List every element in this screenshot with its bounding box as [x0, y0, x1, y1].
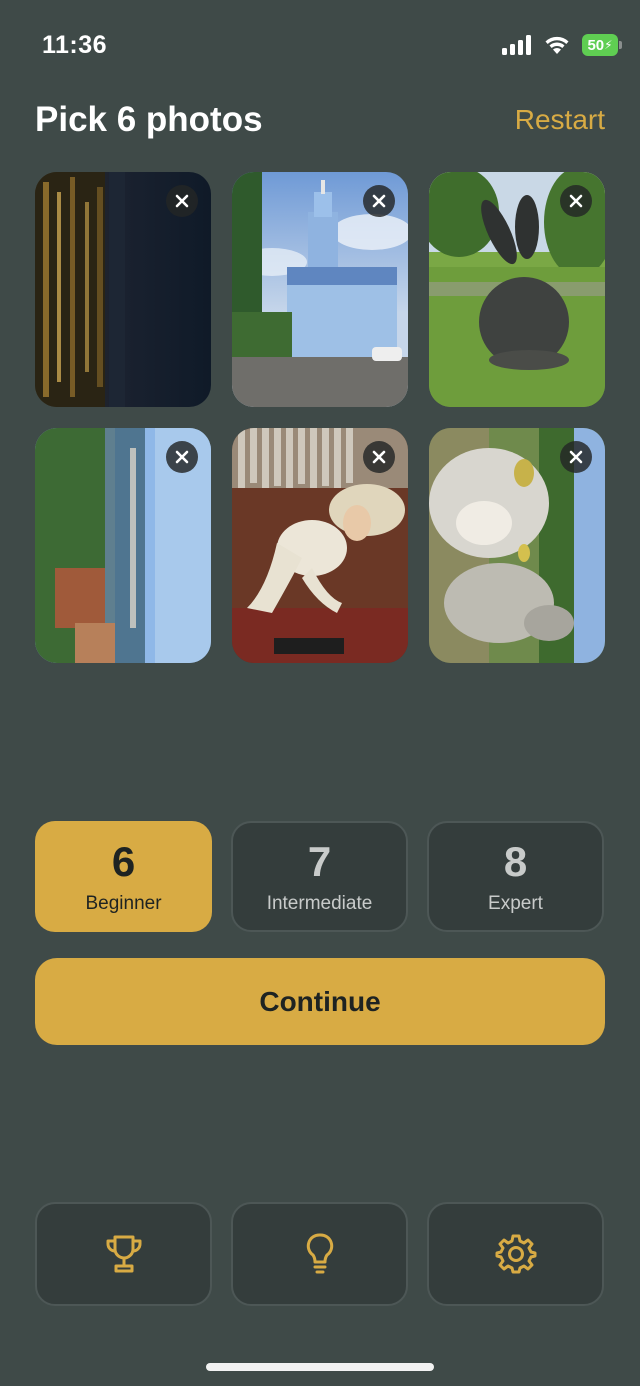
photo-tile-2[interactable]: [232, 172, 408, 407]
photo-tile-5[interactable]: [232, 428, 408, 663]
remove-photo-button[interactable]: [363, 185, 395, 217]
status-time: 11:36: [42, 31, 108, 59]
restart-button[interactable]: Restart: [515, 104, 605, 136]
battery-indicator: 50 ⚡: [582, 34, 622, 56]
remove-photo-button[interactable]: [560, 441, 592, 473]
status-icons: 50 ⚡: [502, 34, 622, 56]
close-icon: [175, 450, 189, 464]
level-number: 7: [307, 837, 332, 885]
level-number: 8: [503, 837, 528, 885]
settings-button[interactable]: [427, 1202, 604, 1306]
lightbulb-icon: [306, 1233, 333, 1274]
remove-photo-button[interactable]: [166, 185, 198, 217]
level-name: Expert: [488, 892, 543, 914]
remove-photo-button[interactable]: [166, 441, 198, 473]
home-indicator[interactable]: [206, 1363, 434, 1371]
close-icon: [372, 194, 386, 208]
leaderboard-button[interactable]: [35, 1202, 212, 1306]
charging-bolt-icon: ⚡: [604, 38, 613, 52]
page-title: Pick 6 photos: [35, 100, 263, 139]
close-icon: [372, 450, 386, 464]
bottom-toolbar: [35, 1202, 605, 1306]
level-number: 6: [111, 837, 136, 885]
level-option-intermediate[interactable]: 7 Intermediate: [231, 821, 408, 932]
remove-photo-button[interactable]: [560, 185, 592, 217]
battery-level: 50: [587, 36, 605, 54]
level-option-beginner[interactable]: 6 Beginner: [35, 821, 212, 932]
signal-icon: [502, 35, 531, 55]
photo-tile-1[interactable]: [35, 172, 211, 407]
continue-button[interactable]: Continue: [35, 958, 605, 1045]
difficulty-selector: 6 Beginner 7 Intermediate 8 Expert: [35, 821, 605, 932]
level-name: Beginner: [85, 892, 162, 914]
status-bar: 11:36 50 ⚡: [0, 0, 640, 90]
close-icon: [569, 194, 583, 208]
trophy-icon: [106, 1235, 141, 1273]
hint-button[interactable]: [231, 1202, 408, 1306]
photo-tile-6[interactable]: [429, 428, 605, 663]
level-option-expert[interactable]: 8 Expert: [427, 821, 604, 932]
close-icon: [569, 450, 583, 464]
wifi-icon: [545, 36, 569, 54]
close-icon: [175, 194, 189, 208]
gear-icon: [495, 1234, 536, 1274]
remove-photo-button[interactable]: [363, 441, 395, 473]
photo-tile-3[interactable]: [429, 172, 605, 407]
level-name: Intermediate: [266, 892, 373, 914]
photo-tile-4[interactable]: [35, 428, 211, 663]
